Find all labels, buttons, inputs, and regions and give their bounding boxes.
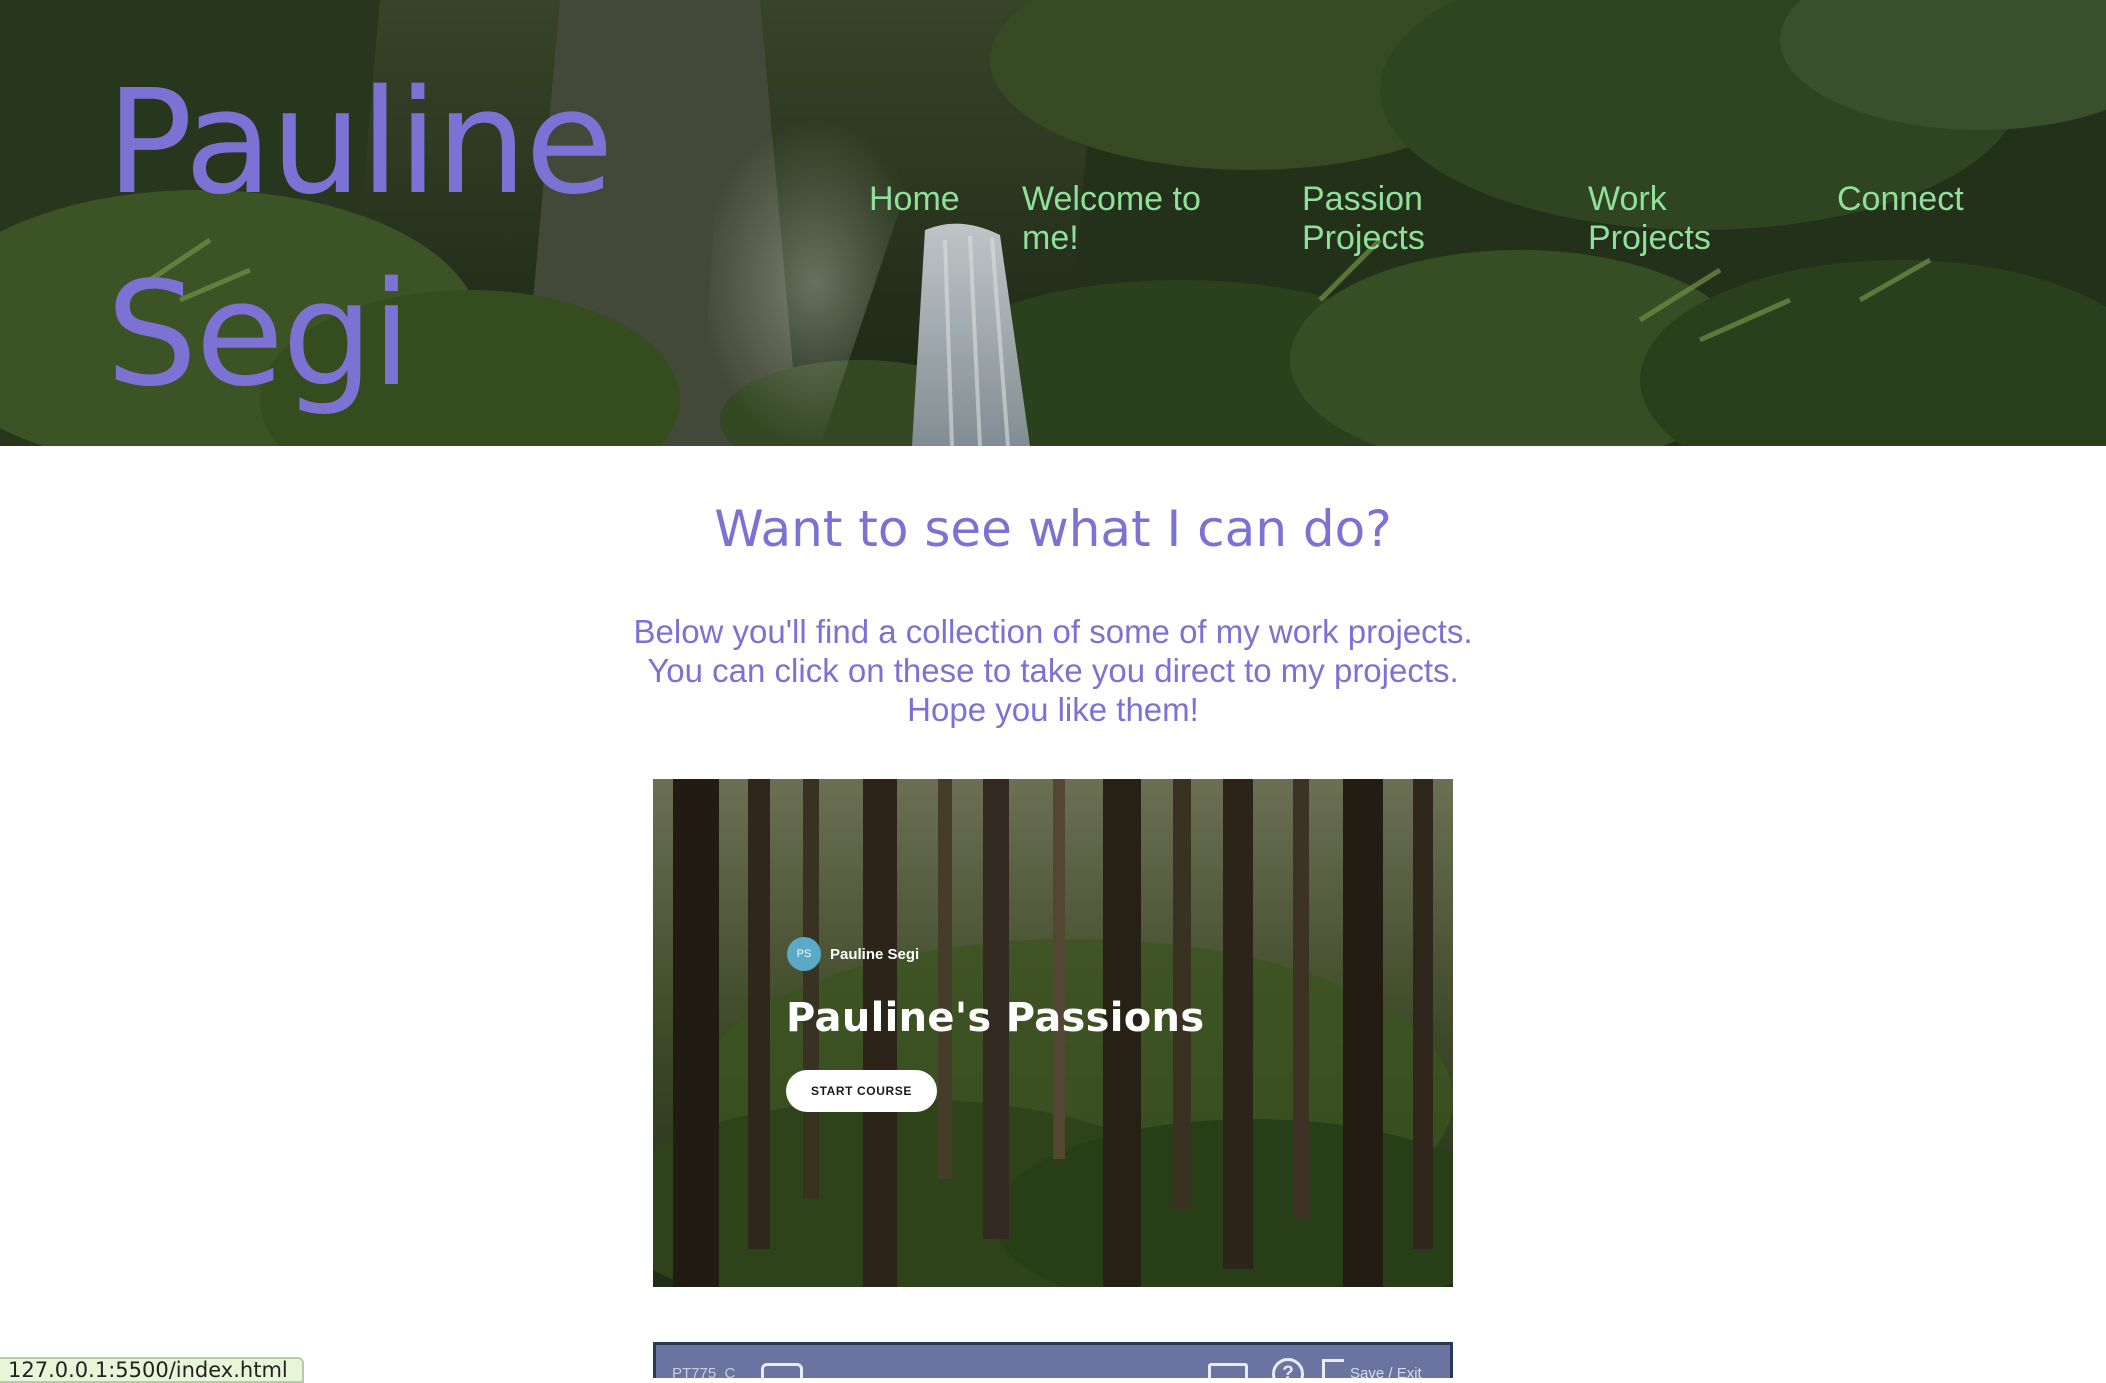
nav-passion-projects[interactable]: Passion Projects — [1302, 180, 1482, 258]
course-author: PS Pauline Segi — [787, 937, 919, 971]
menu-icon[interactable] — [761, 1363, 803, 1378]
start-course-button[interactable]: START COURSE — [786, 1070, 937, 1112]
section-headline: Want to see what I can do? — [714, 500, 1392, 558]
nav-home[interactable]: Home — [869, 180, 979, 219]
course-title: Pauline's Passions — [786, 995, 1205, 1041]
check-icon[interactable] — [1208, 1363, 1248, 1378]
author-name: Pauline Segi — [830, 945, 920, 963]
intro-line: Below you'll find a collection of some o… — [633, 613, 1473, 650]
intro-line: You can click on these to take you direc… — [647, 652, 1459, 689]
link-preview-status: 127.0.0.1:5500/index.html — [0, 1357, 304, 1383]
save-exit-button[interactable]: Save / Exit — [1350, 1365, 1422, 1378]
section-intro: Below you'll find a collection of some o… — [0, 612, 2106, 729]
exit-icon[interactable] — [1322, 1359, 1344, 1378]
nav-connect[interactable]: Connect — [1837, 180, 1997, 219]
nav-work-projects[interactable]: Work Projects — [1588, 180, 1738, 258]
project-card-passions[interactable]: PS Pauline Segi Pauline's Passions START… — [653, 779, 1453, 1287]
help-icon[interactable]: ? — [1272, 1358, 1304, 1378]
nav-welcome[interactable]: Welcome to me! — [1022, 180, 1242, 258]
intro-line: Hope you like them! — [907, 691, 1199, 728]
avatar: PS — [787, 937, 821, 971]
hero-header: Pauline Segi Home Welcome to me! Passion… — [0, 0, 2106, 446]
project-card-course-player[interactable]: PT775_C ? Save / Exit — [653, 1342, 1453, 1378]
course-code: PT775_C — [672, 1365, 736, 1378]
main-navigation: Home Welcome to me! Passion Projects Wor… — [0, 180, 2106, 270]
